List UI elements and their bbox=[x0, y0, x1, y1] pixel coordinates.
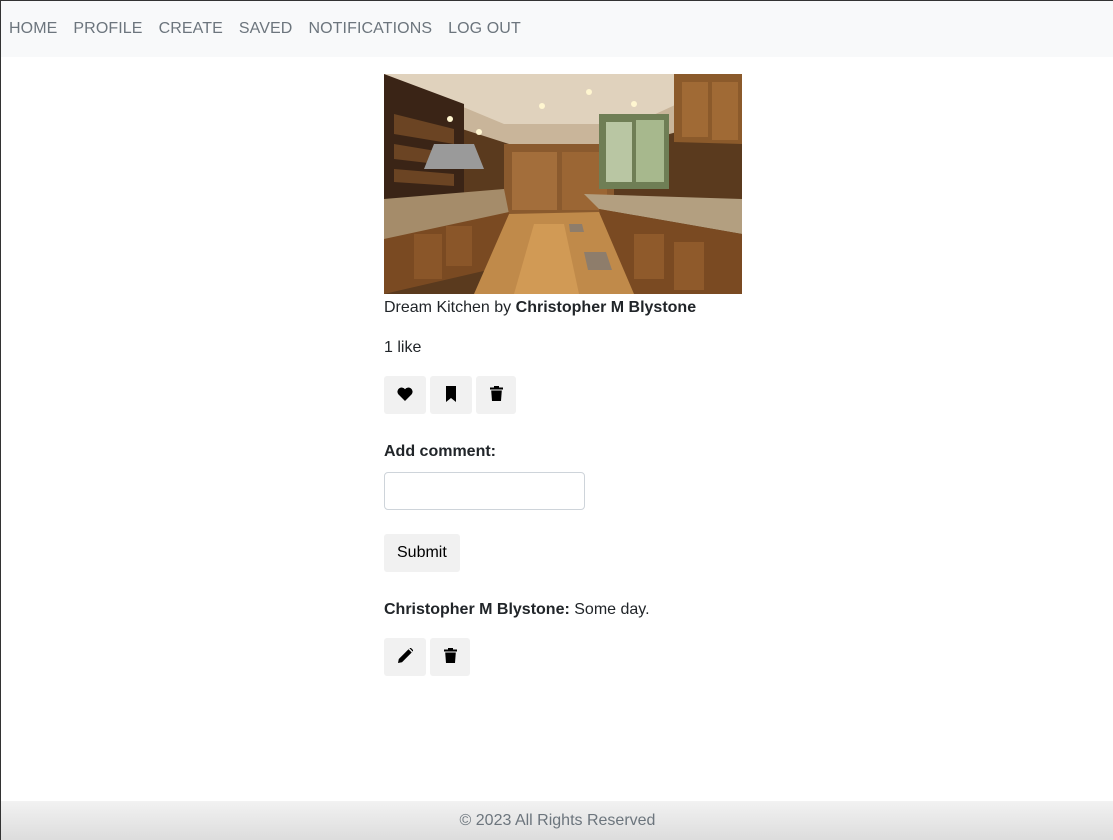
edit-comment-button[interactable] bbox=[384, 638, 426, 676]
comment-item: Christopher M Blystone: Some day. bbox=[384, 600, 744, 620]
save-button[interactable] bbox=[430, 376, 472, 414]
trash-icon bbox=[443, 648, 457, 666]
post-by-text: by bbox=[494, 299, 512, 316]
comment-actions bbox=[384, 638, 744, 676]
delete-post-button[interactable] bbox=[476, 376, 516, 414]
add-comment-label: Add comment: bbox=[384, 443, 496, 460]
post-image bbox=[384, 74, 742, 294]
pencil-icon bbox=[397, 647, 414, 666]
top-navbar: HOME PROFILE CREATE SAVED NOTIFICATIONS … bbox=[1, 1, 1113, 57]
delete-comment-button[interactable] bbox=[430, 638, 470, 676]
bookmark-icon bbox=[445, 385, 457, 405]
nav-logout-link[interactable]: LOG OUT bbox=[448, 20, 521, 38]
comment-input[interactable] bbox=[384, 472, 585, 510]
submit-comment-button[interactable]: Submit bbox=[384, 534, 460, 572]
trash-icon bbox=[489, 386, 503, 404]
like-count: 1 like bbox=[384, 339, 422, 356]
post-caption: Dream Kitchen by Christopher M Blystone bbox=[384, 298, 744, 318]
like-button[interactable] bbox=[384, 376, 426, 414]
copyright-text: © 2023 All Rights Reserved bbox=[459, 812, 656, 829]
post-author[interactable]: Christopher M Blystone bbox=[516, 299, 696, 316]
comment-author: Christopher M Blystone: bbox=[384, 601, 570, 618]
nav-saved-link[interactable]: SAVED bbox=[239, 20, 293, 38]
heart-icon bbox=[397, 387, 413, 404]
post-title: Dream Kitchen bbox=[384, 299, 490, 316]
nav-create-link[interactable]: CREATE bbox=[159, 20, 223, 38]
nav-home-link[interactable]: HOME bbox=[9, 20, 57, 38]
comment-text: Some day. bbox=[574, 601, 650, 618]
post-actions bbox=[384, 376, 744, 414]
page-footer: © 2023 All Rights Reserved bbox=[1, 801, 1113, 840]
post-container: Dream Kitchen by Christopher M Blystone … bbox=[384, 74, 744, 676]
nav-notifications-link[interactable]: NOTIFICATIONS bbox=[308, 20, 432, 38]
nav-profile-link[interactable]: PROFILE bbox=[73, 20, 142, 38]
